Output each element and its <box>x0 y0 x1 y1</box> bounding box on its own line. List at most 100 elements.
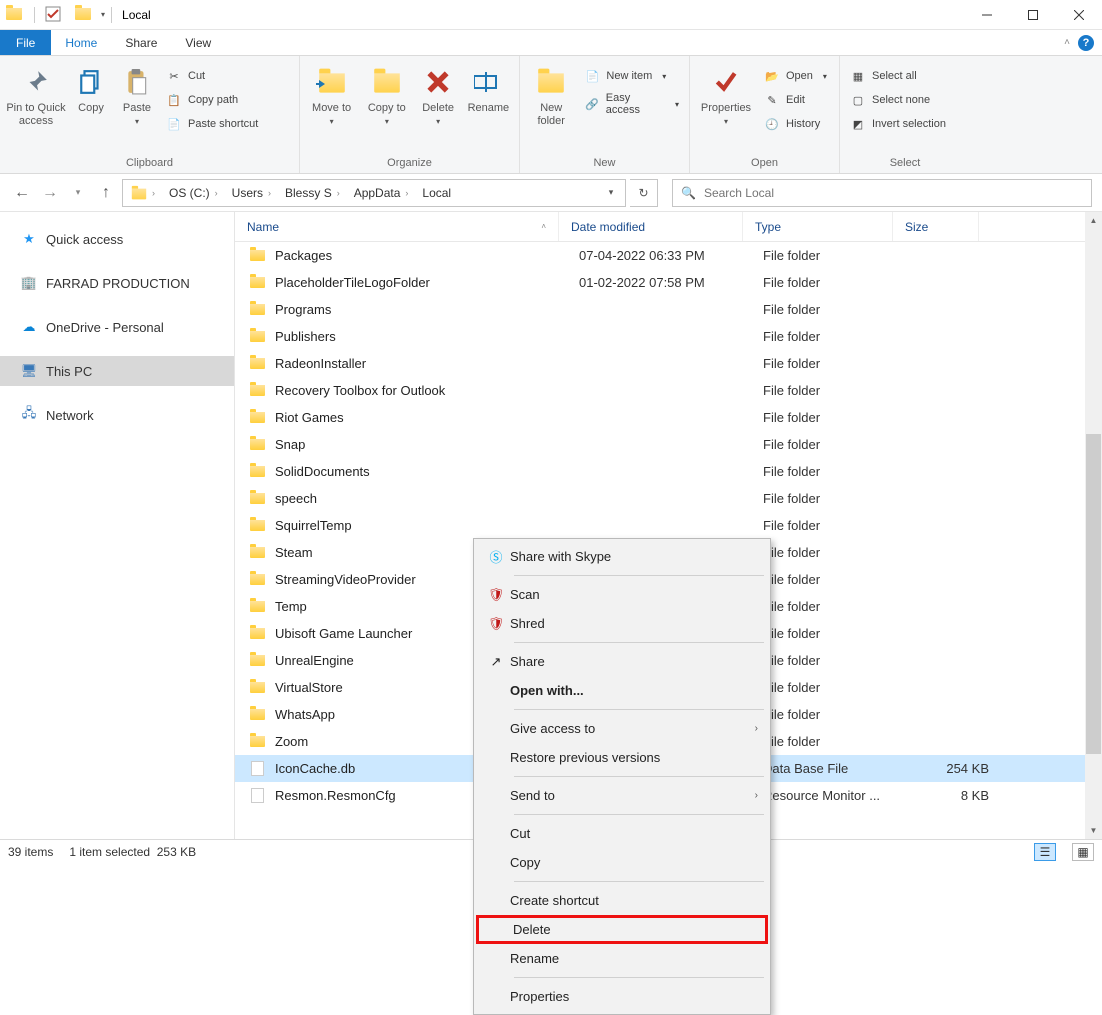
breadcrumb-4[interactable]: Local <box>416 186 457 200</box>
new-item-button[interactable]: 📄New item▾ <box>580 66 683 86</box>
delete-button[interactable]: Delete▾ <box>416 60 459 126</box>
ctx-restore-versions[interactable]: Restore previous versions <box>476 743 768 772</box>
ctx-share-skype[interactable]: ⓈShare with Skype <box>476 542 768 571</box>
col-size[interactable]: Size <box>893 212 979 241</box>
file-row[interactable]: Packages07-04-2022 06:33 PMFile folder <box>235 242 1102 269</box>
sidebar-farrad[interactable]: 🏢FARRAD PRODUCTION <box>0 268 234 298</box>
qat-checkbox-icon[interactable] <box>45 6 63 24</box>
folder-icon <box>247 412 267 423</box>
close-button[interactable] <box>1056 0 1102 30</box>
file-row[interactable]: SnapFile folder <box>235 431 1102 458</box>
qat-separator <box>34 7 35 23</box>
tab-home[interactable]: Home <box>51 30 111 55</box>
ctx-open-with[interactable]: Open with... <box>476 676 768 705</box>
building-icon: 🏢 <box>20 274 38 292</box>
invert-selection-button[interactable]: ◩Invert selection <box>846 114 950 134</box>
minimize-button[interactable] <box>964 0 1010 30</box>
folder-icon <box>247 331 267 342</box>
col-type[interactable]: Type <box>743 212 893 241</box>
ctx-cut[interactable]: Cut <box>476 819 768 848</box>
easy-access-button[interactable]: 🔗Easy access▾ <box>580 90 683 118</box>
file-row[interactable]: PublishersFile folder <box>235 323 1102 350</box>
file-row[interactable]: SquirrelTempFile folder <box>235 512 1102 539</box>
file-type: File folder <box>763 518 913 533</box>
sidebar-network[interactable]: 🖧Network <box>0 400 234 430</box>
ctx-properties[interactable]: Properties <box>476 982 768 1011</box>
copy-button[interactable]: Copy <box>70 60 112 115</box>
copy-to-button[interactable]: Copy to▾ <box>361 60 412 126</box>
qat-folder-icon[interactable] <box>75 6 93 24</box>
nav-recent-dropdown[interactable]: ▾ <box>66 181 90 205</box>
vertical-scrollbar[interactable]: ▲ ▼ <box>1085 212 1102 839</box>
nav-back-button[interactable]: ← <box>10 181 34 205</box>
tab-share[interactable]: Share <box>111 30 171 55</box>
maximize-button[interactable] <box>1010 0 1056 30</box>
breadcrumb-root-icon[interactable]: › <box>125 186 163 200</box>
view-details-button[interactable]: ☰ <box>1034 843 1056 861</box>
move-to-button[interactable]: Move to▾ <box>306 60 357 126</box>
new-folder-button[interactable]: New folder <box>526 60 576 128</box>
breadcrumb-0[interactable]: OS (C:)› <box>163 186 226 200</box>
address-dropdown-icon[interactable]: ▾ <box>599 187 623 198</box>
file-row[interactable]: PlaceholderTileLogoFolder01-02-2022 07:5… <box>235 269 1102 296</box>
ctx-share[interactable]: ↗Share <box>476 647 768 676</box>
scroll-up-icon[interactable]: ▲ <box>1085 212 1102 229</box>
edit-button[interactable]: ✎Edit <box>760 90 831 110</box>
file-icon <box>247 788 267 803</box>
address-bar[interactable]: › OS (C:)› Users› Blessy S› AppData› Loc… <box>122 179 626 207</box>
ctx-give-access[interactable]: Give access to› <box>476 714 768 743</box>
open-button[interactable]: 📂Open▾ <box>760 66 831 86</box>
rename-button[interactable]: Rename <box>464 60 513 115</box>
file-row[interactable]: Riot GamesFile folder <box>235 404 1102 431</box>
ctx-scan[interactable]: 🛡Scan <box>476 580 768 609</box>
nav-up-button[interactable]: ↑ <box>94 181 118 205</box>
file-name: Snap <box>275 437 579 452</box>
scroll-down-icon[interactable]: ▼ <box>1085 822 1102 839</box>
cut-icon: ✂ <box>166 68 182 84</box>
delete-x-icon <box>422 66 454 98</box>
file-row[interactable]: speechFile folder <box>235 485 1102 512</box>
search-input[interactable] <box>704 186 1083 200</box>
pin-quick-access-button[interactable]: Pin to Quick access <box>6 60 66 128</box>
copy-path-button[interactable]: 📋Copy path <box>162 90 262 110</box>
file-row[interactable]: Recovery Toolbox for OutlookFile folder <box>235 377 1102 404</box>
select-all-button[interactable]: ▦Select all <box>846 66 950 86</box>
breadcrumb-2[interactable]: Blessy S› <box>279 186 348 200</box>
tab-view[interactable]: View <box>171 30 225 55</box>
file-row[interactable]: ProgramsFile folder <box>235 296 1102 323</box>
ctx-shred[interactable]: 🛡Shred <box>476 609 768 638</box>
file-name: Riot Games <box>275 410 579 425</box>
select-none-button[interactable]: ▢Select none <box>846 90 950 110</box>
col-date[interactable]: Date modified <box>559 212 743 241</box>
file-row[interactable]: SolidDocumentsFile folder <box>235 458 1102 485</box>
file-type: File folder <box>763 464 913 479</box>
nav-forward-button[interactable]: → <box>38 181 62 205</box>
col-name[interactable]: Name˄ <box>235 212 559 241</box>
scroll-thumb[interactable] <box>1086 434 1101 754</box>
sidebar-onedrive[interactable]: ☁OneDrive - Personal <box>0 312 234 342</box>
tab-file[interactable]: File <box>0 30 51 55</box>
collapse-ribbon-icon[interactable]: ˄ <box>1064 37 1070 48</box>
sidebar-quick-access[interactable]: ★Quick access <box>0 224 234 254</box>
view-large-icons-button[interactable]: ▦ <box>1072 843 1094 861</box>
properties-button[interactable]: Properties▾ <box>696 60 756 126</box>
file-type: File folder <box>763 734 913 749</box>
folder-icon <box>247 682 267 693</box>
cut-button[interactable]: ✂Cut <box>162 66 262 86</box>
ctx-delete[interactable]: Delete <box>476 915 768 944</box>
history-button[interactable]: 🕘History <box>760 114 831 134</box>
breadcrumb-3[interactable]: AppData› <box>348 186 417 200</box>
search-box[interactable]: 🔍 <box>672 179 1092 207</box>
ctx-send-to[interactable]: Send to› <box>476 781 768 810</box>
paste-button[interactable]: Paste ▾ <box>116 60 158 126</box>
file-row[interactable]: RadeonInstallerFile folder <box>235 350 1102 377</box>
paste-shortcut-button[interactable]: 📄Paste shortcut <box>162 114 262 134</box>
folder-icon <box>247 439 267 450</box>
sidebar-this-pc[interactable]: 🖥This PC <box>0 356 234 386</box>
refresh-button[interactable]: ↻ <box>630 179 658 207</box>
breadcrumb-1[interactable]: Users› <box>226 186 279 200</box>
ctx-create-shortcut[interactable]: Create shortcut <box>476 886 768 915</box>
qat-dropdown-icon[interactable]: ▾ <box>101 10 105 19</box>
help-icon[interactable]: ? <box>1078 35 1094 51</box>
ctx-rename[interactable]: Rename <box>476 944 768 973</box>
